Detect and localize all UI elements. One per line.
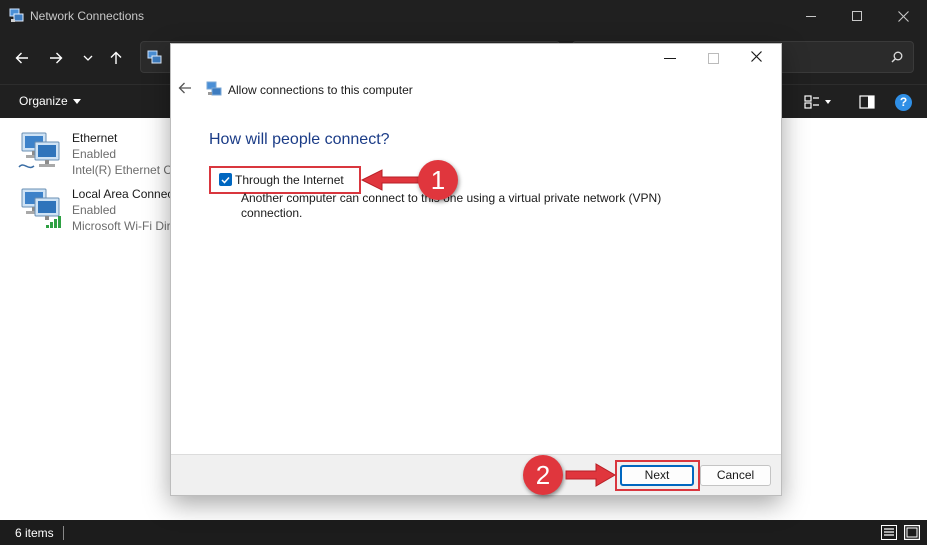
ethernet-adapter-icon	[18, 132, 60, 169]
wifi-adapter-icon	[21, 188, 61, 228]
dialog-close-icon[interactable]	[751, 51, 762, 62]
next-button[interactable]: Next	[620, 465, 694, 486]
close-button[interactable]	[880, 0, 926, 32]
annotation-arrow-2	[565, 463, 616, 487]
connection-device: Intel(R) Ethernet Co	[72, 163, 172, 177]
view-options-caret-icon[interactable]	[825, 100, 831, 104]
option-description: Another computer can connect to this one…	[241, 191, 662, 220]
minimize-button[interactable]	[788, 0, 834, 32]
status-divider	[63, 526, 64, 540]
dialog-maximize-icon	[708, 53, 719, 64]
title-bar: Network Connections	[0, 0, 927, 32]
minimize-icon	[806, 15, 816, 17]
caret-down-icon	[72, 99, 81, 105]
dialog-heading: How will people connect?	[209, 131, 390, 148]
through-the-internet-checkbox[interactable]	[219, 173, 232, 186]
organize-label: Organize	[19, 94, 68, 108]
close-icon	[897, 10, 909, 22]
up-button[interactable]	[104, 46, 128, 70]
item-count: 6 items	[15, 526, 54, 540]
maximize-icon	[852, 11, 862, 21]
details-view-icon[interactable]	[881, 525, 897, 540]
checkmark-icon	[221, 176, 230, 184]
connection-name: Ethernet	[72, 131, 118, 145]
help-icon[interactable]: ?	[895, 94, 912, 111]
organize-menu[interactable]: Organize	[19, 94, 81, 108]
list-item[interactable]: Local Area Connec Enabled Microsoft Wi-F…	[0, 179, 174, 235]
incoming-connection-wizard: Allow connections to this computer How w…	[170, 43, 782, 496]
through-the-internet-label[interactable]: Through the Internet	[235, 173, 344, 187]
status-bar: 6 items	[0, 520, 927, 545]
connection-status: Enabled	[72, 203, 117, 217]
connection-name: Local Area Connec	[72, 187, 174, 201]
network-connections-icon	[9, 8, 24, 22]
dialog-minimize-icon[interactable]	[664, 58, 676, 59]
connection-status: Enabled	[72, 147, 117, 161]
maximize-button[interactable]	[834, 0, 880, 32]
annotation-badge-1: 1	[418, 160, 458, 200]
chevron-down-icon	[83, 55, 93, 61]
recent-locations-button[interactable]	[76, 46, 100, 70]
large-icons-view-icon[interactable]	[904, 525, 920, 540]
cancel-button[interactable]: Cancel	[700, 465, 771, 486]
forward-button[interactable]	[44, 46, 68, 70]
annotation-badge-2: 2	[523, 455, 563, 495]
up-arrow-icon	[110, 51, 122, 64]
annotation-arrow-1	[360, 169, 423, 191]
network-connections-icon	[206, 81, 222, 96]
network-connections-icon	[147, 50, 162, 64]
list-item[interactable]: Ethernet Enabled Intel(R) Ethernet Co	[0, 123, 172, 179]
search-icon	[891, 51, 903, 63]
back-button[interactable]	[10, 46, 34, 70]
window-title: Network Connections	[30, 9, 145, 23]
dialog-back-icon[interactable]	[178, 82, 192, 94]
back-arrow-icon	[15, 52, 28, 64]
preview-pane-icon[interactable]	[859, 95, 875, 109]
change-view-icon[interactable]	[804, 95, 820, 109]
forward-arrow-icon	[50, 52, 63, 64]
connection-device: Microsoft Wi-Fi Dir	[72, 219, 171, 233]
dialog-title: Allow connections to this computer	[228, 83, 413, 97]
